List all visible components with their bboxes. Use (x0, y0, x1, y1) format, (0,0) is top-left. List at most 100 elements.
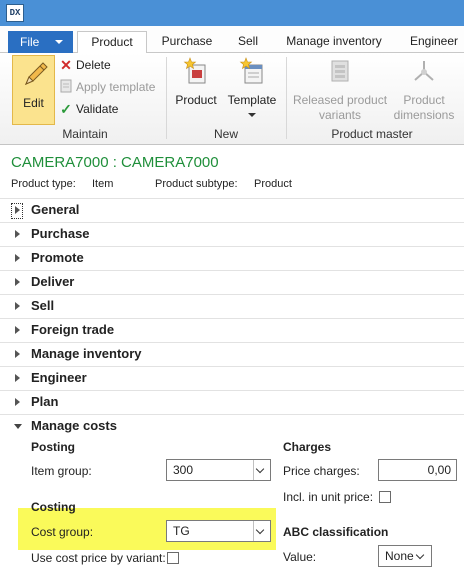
chevron-down-icon[interactable] (253, 521, 270, 541)
item-group-value: 300 (173, 463, 194, 477)
item-group-combo[interactable]: 300 (166, 459, 271, 481)
delete-x-icon: ✕ (60, 57, 72, 73)
fasttab-label: Manage costs (31, 418, 117, 433)
product-subtype-label: Product subtype: (155, 178, 238, 190)
window-title-bar: DX (0, 0, 464, 26)
price-charges-input[interactable]: 0,00 (378, 459, 457, 481)
edit-button[interactable]: Edit (12, 55, 55, 125)
file-menu-button[interactable]: File (8, 31, 73, 53)
expand-arrow-icon (15, 302, 20, 310)
group-separator (286, 57, 287, 139)
chevron-down-icon[interactable] (414, 546, 431, 566)
expand-arrow-icon (15, 254, 20, 262)
new-product-button[interactable]: Product (170, 55, 222, 125)
variants-icon (331, 60, 349, 82)
fasttab-deliver[interactable]: Deliver (0, 270, 464, 294)
fasttab-general[interactable]: General (0, 198, 464, 222)
validate-button[interactable]: ✓ Validate (58, 100, 118, 118)
abc-classification-heading: ABC classification (283, 525, 389, 539)
fasttab-foreign-trade[interactable]: Foreign trade (0, 318, 464, 342)
group-label-maintain: Maintain (62, 127, 108, 141)
fasttab-label: Manage inventory (31, 346, 142, 361)
expand-arrow-icon (15, 350, 20, 358)
released-product-variants-button[interactable]: Released product variants (290, 55, 390, 125)
checkmark-icon: ✓ (60, 101, 72, 117)
fasttab-label: Plan (31, 394, 59, 409)
tab-product[interactable]: Product (77, 31, 147, 54)
fasttab-label: Purchase (31, 226, 90, 241)
new-product-icon (183, 57, 206, 84)
incl-unit-price-checkbox[interactable] (379, 491, 391, 503)
item-group-label: Item group: (31, 464, 92, 478)
new-template-label: Template (227, 93, 277, 107)
ribbon-tab-row: File Product Purchase Sell Manage invent… (0, 26, 464, 54)
edit-label: Edit (23, 96, 44, 110)
cost-group-label: Cost group: (31, 525, 94, 539)
tab-manage-inventory[interactable]: Manage inventory (278, 31, 390, 53)
page-title: CAMERA7000 : CAMERA7000 (11, 154, 219, 171)
new-template-button[interactable]: Template (224, 55, 280, 125)
delete-button[interactable]: ✕ Delete (58, 56, 111, 74)
fasttab-label: Sell (31, 298, 55, 313)
template-icon (58, 79, 74, 95)
abc-value: None (385, 549, 414, 563)
product-dimensions-button[interactable]: Product dimensions (392, 55, 456, 125)
dimensions-icon (414, 61, 434, 81)
expand-arrow-icon (15, 398, 20, 406)
fasttab-sell[interactable]: Sell (0, 294, 464, 318)
tab-sell[interactable]: Sell (228, 31, 268, 53)
fasttab-purchase[interactable]: Purchase (0, 222, 464, 246)
new-template-icon (239, 57, 263, 84)
new-product-label: Product (175, 93, 217, 107)
price-charges-label: Price charges: (283, 464, 360, 478)
expand-arrow-icon (15, 374, 20, 382)
fasttab-label: Deliver (31, 274, 75, 289)
delete-label: Delete (76, 58, 111, 72)
app-icon: DX (6, 4, 24, 22)
expand-arrow-icon (15, 326, 20, 334)
file-menu-label: File (20, 35, 40, 49)
cost-group-combo[interactable]: TG (166, 520, 271, 542)
apply-template-button[interactable]: Apply template (58, 78, 155, 96)
record-header: CAMERA7000 : CAMERA7000 Product type: It… (0, 146, 464, 198)
group-label-product-master: Product master (331, 127, 413, 141)
fasttab-label: Engineer (31, 370, 87, 385)
group-separator (166, 57, 167, 139)
chevron-down-icon (55, 40, 63, 44)
fasttab-label: General (31, 202, 80, 217)
product-dimensions-label: Product dimensions (393, 93, 455, 122)
fasttab-label: Foreign trade (31, 322, 115, 337)
fasttab-manage-inventory[interactable]: Manage inventory (0, 342, 464, 366)
costing-heading: Costing (31, 500, 76, 514)
cost-group-value: TG (173, 524, 190, 538)
fasttab-promote[interactable]: Promote (0, 246, 464, 270)
released-variants-label: Released product variants (292, 93, 388, 122)
use-cost-price-label: Use cost price by variant: (31, 551, 166, 565)
pencil-icon (25, 62, 48, 85)
apply-template-label: Apply template (76, 80, 156, 94)
product-subtype-value: Product (254, 178, 292, 190)
fasttab-label: Promote (31, 250, 84, 265)
product-type-value: Item (92, 178, 114, 190)
tab-purchase[interactable]: Purchase (154, 31, 220, 53)
abc-value-combo[interactable]: None (378, 545, 432, 567)
tab-engineer[interactable]: Engineer (402, 31, 464, 53)
collapse-arrow-icon (14, 424, 22, 429)
expand-arrow-icon (15, 278, 20, 286)
expand-arrow-icon (15, 206, 20, 214)
ribbon: Edit ✕ Delete Apply template ✓ Validate … (0, 53, 464, 145)
charges-heading: Charges (283, 440, 332, 454)
fasttab-plan[interactable]: Plan (0, 390, 464, 414)
posting-heading: Posting (31, 440, 75, 454)
chevron-down-icon (248, 113, 256, 117)
validate-label: Validate (76, 102, 119, 116)
product-type-label: Product type: (11, 178, 76, 190)
use-cost-price-checkbox[interactable] (167, 552, 179, 564)
fasttab-engineer[interactable]: Engineer (0, 366, 464, 390)
value-label: Value: (283, 550, 317, 564)
group-label-new: New (213, 127, 238, 141)
expand-arrow-icon (15, 230, 20, 238)
chevron-down-icon[interactable] (253, 460, 270, 480)
fasttab-manage-costs[interactable]: Manage costs (0, 414, 464, 438)
incl-unit-price-label: Incl. in unit price: (283, 490, 374, 504)
